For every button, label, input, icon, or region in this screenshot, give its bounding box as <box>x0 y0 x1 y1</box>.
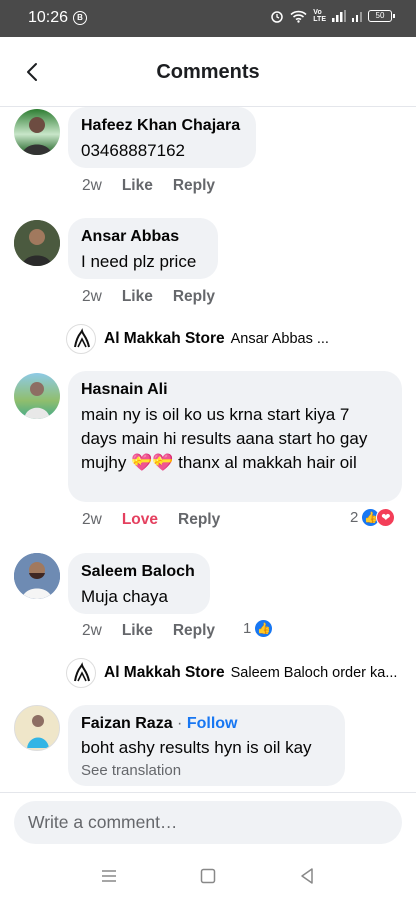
alarm-icon <box>271 11 284 23</box>
b-notification-icon: B <box>73 11 87 25</box>
comment-bubble[interactable]: Faizan Raza · Follow boht ashy results h… <box>68 705 345 786</box>
comment-actions: 2w Like Reply <box>82 288 235 306</box>
avatar[interactable] <box>14 705 60 751</box>
reply-button[interactable]: Reply <box>173 622 215 640</box>
signal-2-icon <box>352 12 362 22</box>
composer-bar: Write a comment… <box>0 792 416 852</box>
store-name[interactable]: Al Makkah Store <box>104 330 225 348</box>
comment-author[interactable]: Hasnain Ali <box>81 379 389 400</box>
comment-author[interactable]: Hafeez Khan Chajara <box>81 115 243 136</box>
avatar[interactable] <box>14 553 60 599</box>
header: Comments <box>0 37 416 107</box>
home-icon[interactable] <box>198 866 218 886</box>
comment-author-line: Faizan Raza · Follow <box>81 713 332 734</box>
comment-actions: 2w Love Reply <box>82 511 240 529</box>
comment-time: 2w <box>82 622 102 639</box>
status-icons: Vo LTE 50 <box>270 9 395 23</box>
comment-time: 2w <box>82 511 102 528</box>
store-reply-row[interactable]: Al Makkah Store Saleem Baloch order ka..… <box>66 658 397 688</box>
like-button[interactable]: Like <box>122 177 153 195</box>
comment-author[interactable]: Ansar Abbas <box>81 226 205 247</box>
love-button[interactable]: Love <box>122 511 158 529</box>
store-name[interactable]: Al Makkah Store <box>104 664 225 682</box>
volte-label: Vo LTE <box>313 9 326 23</box>
avatar[interactable] <box>14 109 60 155</box>
comment-bubble[interactable]: Hafeez Khan Chajara 03468887162 <box>68 107 256 168</box>
back-nav-icon[interactable] <box>297 866 317 886</box>
like-button[interactable]: Like <box>122 288 153 306</box>
reaction-summary[interactable]: 2 👍 ❤ <box>350 508 396 527</box>
reply-button[interactable]: Reply <box>173 177 215 195</box>
system-nav-bar <box>0 852 416 901</box>
store-reply-preview: Ansar Abbas ... <box>230 331 329 347</box>
reaction-count: 2 <box>350 509 359 526</box>
comment-text: I need plz price <box>81 252 197 271</box>
comment-bubble[interactable]: Hasnain Ali main ny is oil ko us krna st… <box>68 371 402 502</box>
comment-text: boht ashy results hyn is oil kay <box>81 738 312 757</box>
like-reaction-icon: 👍 <box>254 619 274 638</box>
comment-author[interactable]: Saleem Baloch <box>81 561 197 582</box>
store-logo-icon[interactable] <box>66 658 96 688</box>
comment-bubble[interactable]: Ansar Abbas I need plz price <box>68 218 218 279</box>
store-reply-row[interactable]: Al Makkah Store Ansar Abbas ... <box>66 324 329 354</box>
reply-button[interactable]: Reply <box>178 511 220 529</box>
love-reaction-icon: ❤ <box>376 508 396 527</box>
signal-icon <box>332 10 346 22</box>
comment-time: 2w <box>82 288 102 305</box>
comment-author[interactable]: Faizan Raza <box>81 715 173 732</box>
store-reply-preview: Saleem Baloch order ka... <box>230 665 398 681</box>
avatar[interactable] <box>14 220 60 266</box>
menu-icon[interactable] <box>99 866 119 886</box>
follow-button[interactable]: Follow <box>187 715 238 732</box>
comment-text: 03468887162 <box>81 141 186 160</box>
page-title: Comments <box>156 61 260 83</box>
comment-actions: 2w Like Reply <box>82 177 235 195</box>
reply-button[interactable]: Reply <box>173 288 215 306</box>
comment-text: Muja chaya <box>81 587 168 606</box>
comment-actions: 2w Like Reply <box>82 622 235 640</box>
comment-time: 2w <box>82 177 102 194</box>
store-logo-icon[interactable] <box>66 324 96 354</box>
comment-text: main ny is oil ko us krna start kiya 7 d… <box>81 405 368 472</box>
separator-dot: · <box>177 715 187 732</box>
status-time: 10:26 <box>28 9 69 26</box>
avatar[interactable] <box>14 373 60 419</box>
comment-input[interactable]: Write a comment… <box>14 801 402 844</box>
battery-icon: 50 <box>368 10 395 22</box>
status-bar: 10:26 B Vo LTE 50 <box>0 0 416 37</box>
see-translation-link[interactable]: See translation <box>81 762 332 779</box>
comment-bubble[interactable]: Saleem Baloch Muja chaya <box>68 553 210 614</box>
wifi-icon <box>290 10 307 23</box>
reaction-summary[interactable]: 1 👍 <box>243 619 274 638</box>
like-button[interactable]: Like <box>122 622 153 640</box>
reaction-count: 1 <box>243 620 252 637</box>
